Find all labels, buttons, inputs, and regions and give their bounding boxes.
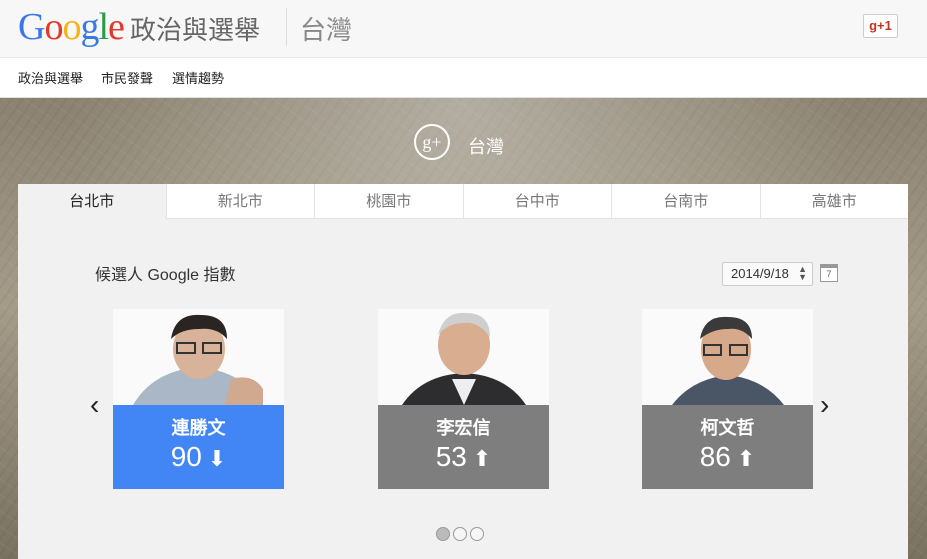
carousel-next-button[interactable]: › [820, 389, 829, 421]
city-tabs: 台北市 新北市 桃園市 台中市 台南市 高雄市 [18, 184, 908, 219]
calendar-icon[interactable]: 7 [820, 264, 838, 282]
logo-letter: o [62, 6, 81, 48]
candidate-score: 86 [699, 441, 731, 472]
candidate-card[interactable]: 柯文哲 86 ⬆ [642, 309, 813, 489]
candidate-info: 李宏信 53 ⬆ [378, 405, 549, 489]
arrow-down-icon: ⬇ [207, 446, 227, 471]
logo-letter: e [108, 6, 125, 48]
candidate-card[interactable]: 李宏信 53 ⬆ [378, 309, 549, 489]
select-arrows-icon: ▲ ▼ [798, 264, 807, 282]
candidate-name: 連勝文 [171, 418, 226, 438]
candidate-photo [642, 309, 813, 405]
logo-letter: G [18, 6, 45, 48]
candidate-photo [113, 309, 284, 405]
google-plus-one-button[interactable]: g+1 [863, 14, 898, 38]
top-header: Google 政治與選舉 台灣 g+1 [0, 0, 927, 58]
candidate-score-row: 90 ⬇ [113, 441, 284, 473]
tab-new-taipei[interactable]: 新北市 [165, 184, 314, 219]
candidate-card[interactable]: 連勝文 90 ⬇ [113, 309, 284, 489]
arrow-up-icon: ⬆ [736, 446, 756, 471]
logo-letter: o [44, 6, 63, 48]
candidate-photo [378, 309, 549, 405]
candidate-score-row: 53 ⬆ [378, 441, 549, 473]
city-panel: 台北市 新北市 桃園市 台中市 台南市 高雄市 候選人 Google 指數 20… [18, 184, 908, 559]
google-plus-icon: g+ [414, 124, 450, 160]
arrow-up-icon: ⬆ [472, 446, 492, 471]
hero-label: 台灣 [468, 137, 504, 157]
nav-item-citizen-voice[interactable]: 市民發聲 [101, 68, 153, 87]
region-title: 台灣 [300, 15, 353, 45]
site-title[interactable]: 政治與選舉 [130, 10, 260, 47]
pagination-dot[interactable] [453, 527, 467, 541]
nav-item-election-trends[interactable]: 選情趨勢 [172, 68, 224, 87]
pagination-dot[interactable] [436, 527, 450, 541]
title-divider [286, 8, 287, 46]
candidate-score: 90 [170, 441, 202, 472]
candidate-score-row: 86 ⬆ [642, 441, 813, 473]
candidate-info: 連勝文 90 ⬇ [113, 405, 284, 489]
date-select[interactable]: 2014/9/18 ▲ ▼ [722, 262, 813, 286]
carousel-pagination [436, 527, 487, 546]
tab-kaohsiung[interactable]: 高雄市 [759, 184, 908, 219]
logo-letter: l [98, 6, 109, 48]
nav-item-politics[interactable]: 政治與選舉 [18, 68, 83, 87]
candidate-name: 李宏信 [436, 418, 491, 438]
carousel-prev-button[interactable]: ‹ [90, 389, 99, 421]
pagination-dot[interactable] [470, 527, 484, 541]
tab-taichung[interactable]: 台中市 [462, 184, 611, 219]
main-nav: 政治與選舉 市民發聲 選情趨勢 [0, 58, 927, 98]
google-logo[interactable]: Google [18, 5, 125, 49]
candidate-info: 柯文哲 86 ⬆ [642, 405, 813, 489]
candidate-name: 柯文哲 [700, 418, 755, 438]
logo-letter: g [80, 6, 99, 48]
section-title: 候選人 Google 指數 [95, 267, 236, 284]
date-value: 2014/9/18 [731, 266, 789, 281]
tab-taoyuan[interactable]: 桃園市 [314, 184, 463, 219]
candidate-score: 53 [435, 441, 467, 472]
tab-taipei[interactable]: 台北市 [18, 184, 166, 219]
tab-tainan[interactable]: 台南市 [611, 184, 760, 219]
